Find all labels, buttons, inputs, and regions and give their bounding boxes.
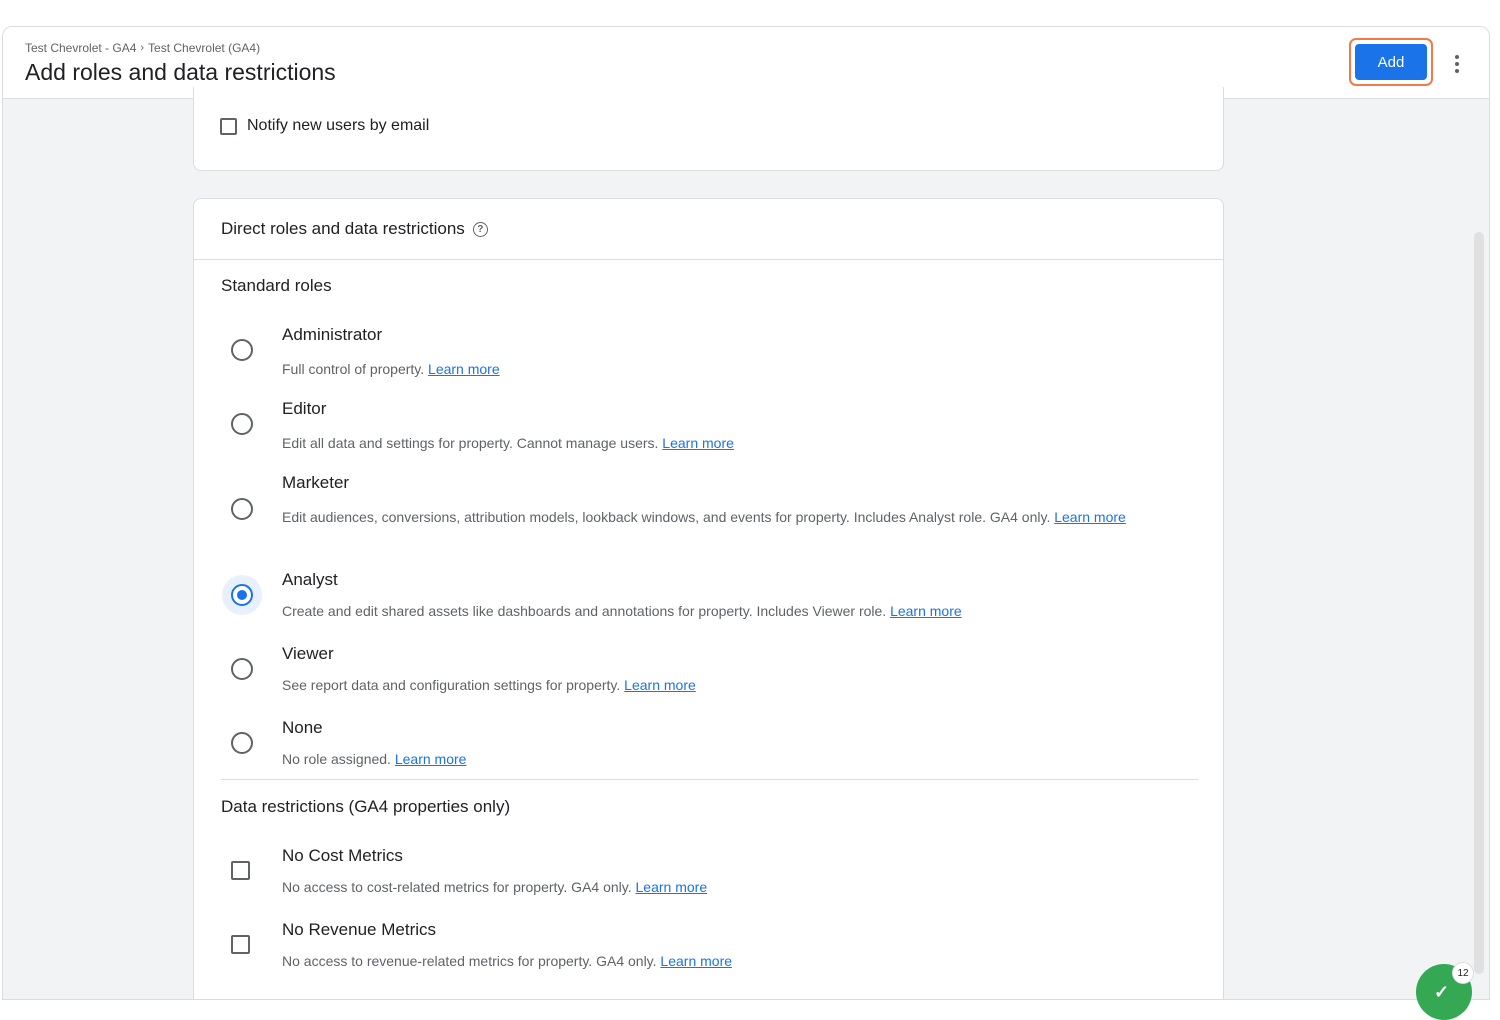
- roles-card: Direct roles and data restrictions ? Sta…: [193, 198, 1224, 999]
- restriction-title: No Cost Metrics: [282, 846, 403, 865]
- learn-more-link[interactable]: Learn more: [428, 361, 500, 377]
- role-description: No role assigned. Learn more: [282, 748, 1172, 770]
- help-icon[interactable]: ?: [472, 221, 488, 237]
- role-desc-text: Full control of property.: [282, 361, 425, 377]
- role-desc-text: Create and edit shared assets like dashb…: [282, 603, 887, 619]
- role-description: See report data and configuration settin…: [282, 674, 1172, 696]
- add-button[interactable]: Add: [1355, 44, 1427, 80]
- role-radio-editor[interactable]: [231, 413, 253, 435]
- restriction-title: No Revenue Metrics: [282, 920, 437, 939]
- role-description: Edit audiences, conversions, attribution…: [282, 506, 1172, 528]
- notify-card: Notify new users by email: [193, 87, 1224, 171]
- role-option-administrator[interactable]: Administrator Full control of property. …: [221, 323, 1181, 383]
- breadcrumb-property[interactable]: Test Chevrolet (GA4): [148, 41, 260, 55]
- role-option-viewer[interactable]: Viewer See report data and configuration…: [221, 642, 1181, 702]
- restriction-checkbox-no-revenue[interactable]: [231, 935, 250, 954]
- restriction-option-no-cost-metrics[interactable]: No Cost Metrics No access to cost-relate…: [221, 844, 1181, 904]
- role-option-analyst[interactable]: Analyst Create and edit shared assets li…: [221, 568, 1181, 628]
- role-title: Marketer: [282, 473, 350, 492]
- badge-count: 12: [1452, 962, 1474, 984]
- breadcrumb-separator-icon: ›: [140, 42, 145, 54]
- learn-more-link[interactable]: Learn more: [660, 953, 732, 969]
- role-title: Editor: [282, 399, 327, 418]
- kebab-dot: [1455, 69, 1459, 73]
- role-option-editor[interactable]: Editor Edit all data and settings for pr…: [221, 397, 1181, 457]
- add-button-highlight: Add: [1349, 38, 1433, 86]
- role-option-marketer[interactable]: Marketer Edit audiences, conversions, at…: [221, 471, 1181, 555]
- learn-more-link[interactable]: Learn more: [636, 879, 708, 895]
- role-desc-text: Edit all data and settings for property.…: [282, 435, 659, 451]
- learn-more-link[interactable]: Learn more: [624, 677, 696, 693]
- kebab-dot: [1455, 62, 1459, 66]
- role-title: Viewer: [282, 644, 334, 663]
- roles-card-title: Direct roles and data restrictions: [221, 219, 465, 238]
- standard-roles-label: Standard roles: [221, 276, 332, 295]
- role-title: Administrator: [282, 325, 383, 344]
- role-desc-text: Edit audiences, conversions, attribution…: [282, 509, 1051, 525]
- screen: Test Chevrolet - GA4 › Test Chevrolet (G…: [0, 0, 1500, 1020]
- vertical-scrollbar[interactable]: [1474, 232, 1484, 974]
- more-options-icon[interactable]: [1447, 51, 1467, 77]
- role-desc-text: See report data and configuration settin…: [282, 677, 621, 693]
- restriction-desc-text: No access to cost-related metrics for pr…: [282, 879, 632, 895]
- breadcrumb-account[interactable]: Test Chevrolet - GA4: [25, 41, 136, 55]
- restriction-checkbox-no-cost[interactable]: [231, 861, 250, 880]
- section-divider: [221, 779, 1198, 780]
- role-radio-viewer[interactable]: [231, 658, 253, 680]
- role-description: Edit all data and settings for property.…: [282, 432, 1172, 454]
- notify-option[interactable]: Notify new users by email: [220, 117, 429, 135]
- learn-more-link[interactable]: Learn more: [890, 603, 962, 619]
- kebab-dot: [1455, 55, 1459, 59]
- role-description: Full control of property. Learn more: [282, 358, 1172, 380]
- role-radio-analyst[interactable]: [231, 584, 253, 606]
- page-title: Add roles and data restrictions: [25, 59, 336, 85]
- roles-card-header: Direct roles and data restrictions ?: [194, 199, 1223, 260]
- role-radio-none[interactable]: [231, 732, 253, 754]
- role-option-none[interactable]: None No role assigned. Learn more: [221, 716, 1181, 776]
- role-description: Create and edit shared assets like dashb…: [282, 600, 1172, 622]
- data-restrictions-label: Data restrictions (GA4 properties only): [221, 797, 511, 816]
- learn-more-link[interactable]: Learn more: [395, 751, 467, 767]
- breadcrumb: Test Chevrolet - GA4 › Test Chevrolet (G…: [25, 41, 260, 55]
- role-radio-administrator[interactable]: [231, 339, 253, 361]
- restriction-description: No access to revenue-related metrics for…: [282, 950, 1172, 972]
- app-window: Test Chevrolet - GA4 › Test Chevrolet (G…: [2, 26, 1490, 1000]
- restriction-desc-text: No access to revenue-related metrics for…: [282, 953, 657, 969]
- role-title: Analyst: [282, 570, 338, 589]
- learn-more-link[interactable]: Learn more: [662, 435, 734, 451]
- restriction-option-no-revenue-metrics[interactable]: No Revenue Metrics No access to revenue-…: [221, 918, 1181, 978]
- role-desc-text: No role assigned.: [282, 751, 391, 767]
- role-title: None: [282, 718, 323, 737]
- notify-label: Notify new users by email: [247, 117, 430, 134]
- role-radio-marketer[interactable]: [231, 498, 253, 520]
- restriction-description: No access to cost-related metrics for pr…: [282, 876, 1172, 898]
- notify-checkbox[interactable]: [220, 117, 237, 135]
- learn-more-link[interactable]: Learn more: [1054, 509, 1126, 525]
